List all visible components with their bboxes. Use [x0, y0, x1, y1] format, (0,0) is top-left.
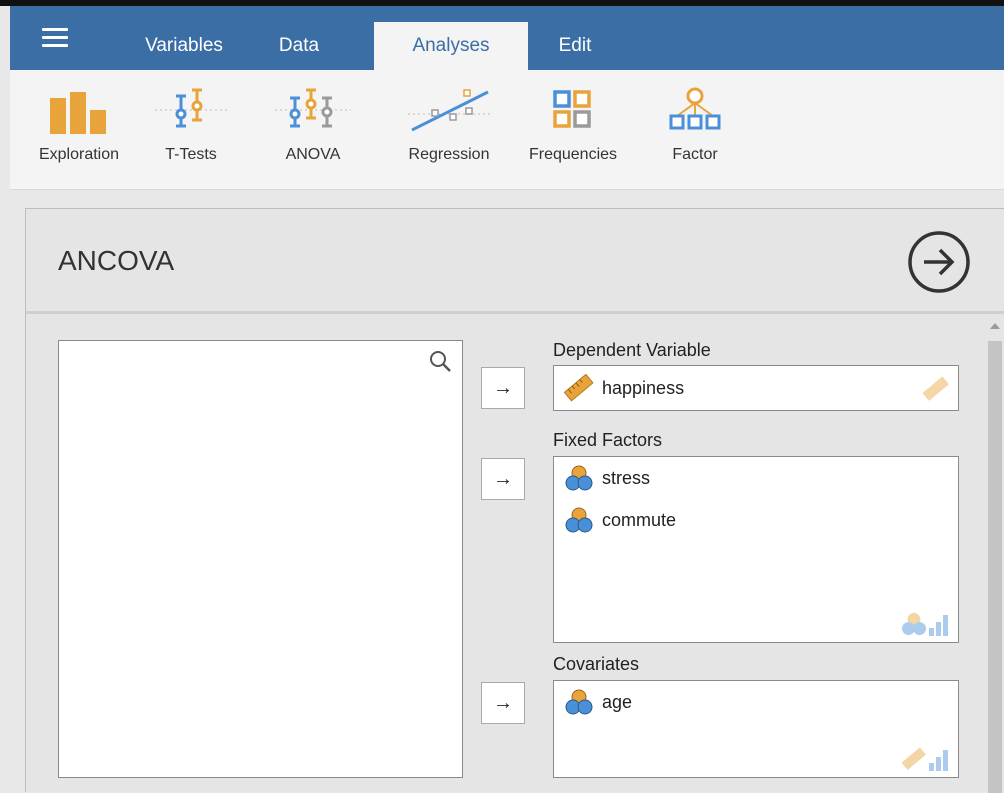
title-divider	[26, 311, 1004, 314]
allowed-types-indicator	[900, 612, 950, 636]
frequencies-icon	[553, 90, 591, 128]
ribbon-t-tests[interactable]: T-Tests	[146, 84, 236, 164]
covariates-label: Covariates	[553, 654, 640, 674]
regression-icon	[408, 89, 490, 132]
move-to-fixed-factors-button[interactable]: →	[481, 458, 525, 500]
variable-name: commute	[602, 509, 677, 530]
allowed-types-indicator	[900, 747, 950, 771]
search-icon[interactable]	[428, 349, 452, 373]
nominal-circles-faded-icon	[902, 612, 926, 636]
variable-name: stress	[602, 467, 651, 488]
ancova-options-panel: ANCOVA Dependent Variable → happiness Fi…	[25, 208, 1004, 793]
dependent-variable-label: Dependent Variable	[553, 340, 711, 360]
hamburger-menu-icon[interactable]	[42, 28, 68, 48]
ordinal-bars-faded-icon	[929, 615, 948, 636]
variable-name: happiness	[602, 377, 685, 398]
arrow-right-circle-icon[interactable]	[906, 229, 972, 295]
covariates-box[interactable]: age	[553, 680, 959, 778]
continuous-ruler-faded-icon	[901, 747, 926, 770]
list-item[interactable]: happiness	[564, 374, 684, 402]
nominal-circles-icon	[565, 507, 593, 533]
tab-edit-label: Edit	[558, 35, 592, 56]
ribbon-exploration[interactable]: Exploration	[24, 84, 134, 164]
tab-data-label: Data	[278, 35, 320, 56]
list-item[interactable]: age	[564, 689, 632, 715]
ribbon-regression-label: Regression	[408, 146, 490, 163]
list-item[interactable]: commute	[564, 507, 676, 533]
ribbon-regression[interactable]: Regression	[390, 84, 508, 164]
tab-analyses[interactable]: Analyses	[374, 22, 528, 70]
ribbon-frequencies-label: Frequencies	[528, 146, 618, 163]
scroll-up-icon[interactable]	[990, 323, 1000, 329]
list-item[interactable]: stress	[564, 465, 650, 491]
tab-data[interactable]: Data	[260, 6, 338, 70]
fixed-factors-label: Fixed Factors	[553, 430, 663, 450]
ribbon-anova[interactable]: ANOVA	[268, 84, 358, 164]
ribbon-frequencies[interactable]: Frequencies	[510, 84, 636, 164]
allowed-types-indicator	[922, 376, 950, 402]
continuous-ruler-faded-icon	[922, 376, 949, 401]
ribbon-anova-label: ANOVA	[285, 146, 341, 163]
ribbon-t-tests-label: T-Tests	[165, 146, 217, 163]
scroll-thumb[interactable]	[988, 341, 1002, 793]
tab-edit[interactable]: Edit	[536, 6, 614, 70]
ribbon-factor[interactable]: Factor	[650, 84, 740, 164]
ordinal-bars-faded-icon	[929, 750, 948, 771]
nominal-circles-icon	[565, 689, 593, 715]
tab-analyses-label: Analyses	[412, 35, 490, 56]
move-to-covariates-button[interactable]: →	[481, 682, 525, 724]
exploration-icon	[50, 92, 106, 134]
move-to-dependent-button[interactable]: →	[481, 367, 525, 409]
tab-variables[interactable]: Variables	[128, 6, 240, 70]
anova-icon	[275, 88, 351, 128]
ribbon-exploration-label: Exploration	[38, 146, 120, 163]
dependent-variable-box[interactable]: happiness	[553, 365, 959, 411]
panel-scrollbar[interactable]	[986, 319, 1004, 793]
variable-name: age	[602, 691, 633, 712]
ribbon-factor-label: Factor	[672, 146, 718, 163]
menu-bar: Variables Data Analyses Edit	[10, 6, 1004, 70]
continuous-ruler-icon	[564, 374, 594, 402]
fixed-factors-box[interactable]: stress commute	[553, 456, 959, 643]
tab-variables-label: Variables	[145, 35, 223, 56]
nominal-circles-icon	[565, 465, 593, 491]
t-tests-icon	[155, 88, 227, 128]
variable-list[interactable]	[58, 340, 463, 778]
factor-icon	[669, 87, 721, 130]
page-title: ANCOVA	[58, 245, 175, 276]
analyses-ribbon: Exploration T-Tests ANOVA Regression Fre…	[10, 70, 1004, 190]
